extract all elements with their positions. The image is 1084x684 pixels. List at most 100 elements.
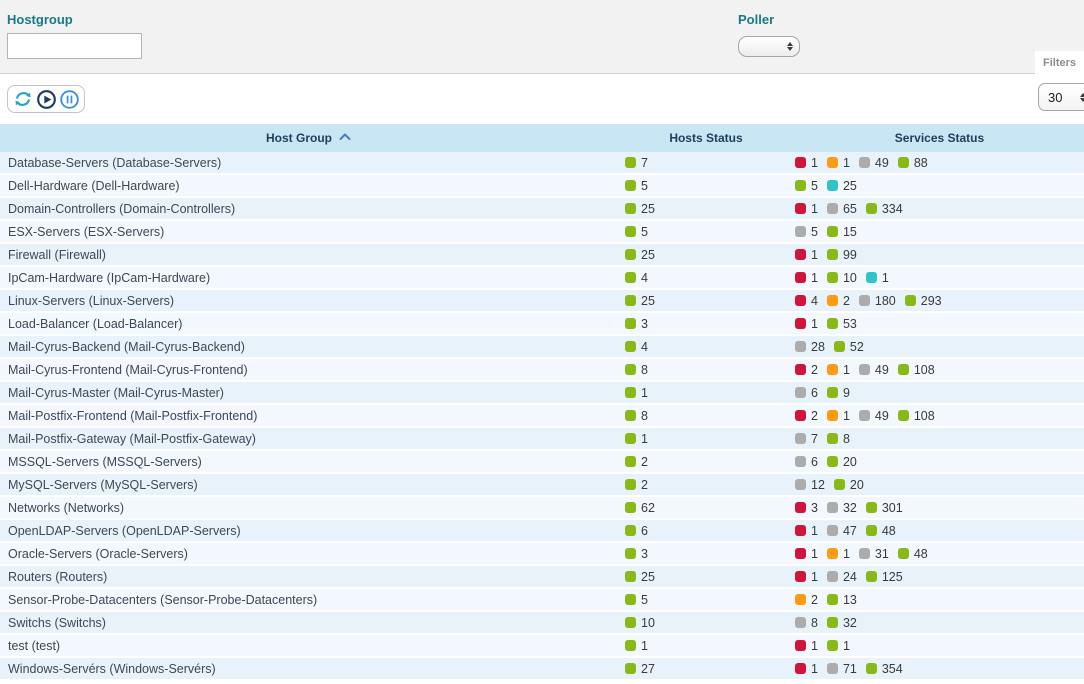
status-chip-ok[interactable]: 5	[625, 593, 648, 607]
status-chip-critical[interactable]: 1	[795, 317, 818, 331]
hostgroup-name[interactable]: Mail-Cyrus-Frontend (Mail-Cyrus-Frontend…	[0, 363, 617, 377]
status-chip-ok[interactable]: 108	[898, 363, 935, 377]
hostgroup-name[interactable]: Oracle-Servers (Oracle-Servers)	[0, 547, 617, 561]
status-chip-ok[interactable]: 32	[827, 616, 857, 630]
status-chip-warning[interactable]: 1	[827, 409, 850, 423]
hostgroup-name[interactable]: IpCam-Hardware (IpCam-Hardware)	[0, 271, 617, 285]
status-chip-warning[interactable]: 1	[827, 547, 850, 561]
hostgroup-name[interactable]: OpenLDAP-Servers (OpenLDAP-Servers)	[0, 524, 617, 538]
status-chip-warning[interactable]: 1	[827, 156, 850, 170]
hostgroup-name[interactable]: Sensor-Probe-Datacenters (Sensor-Probe-D…	[0, 593, 617, 607]
status-chip-critical[interactable]: 1	[795, 662, 818, 676]
status-chip-ok[interactable]: 125	[866, 570, 903, 584]
status-chip-unknown[interactable]: 49	[859, 156, 889, 170]
status-chip-ok[interactable]: 2	[625, 455, 648, 469]
hostgroup-name[interactable]: Mail-Postfix-Frontend (Mail-Postfix-Fron…	[0, 409, 617, 423]
status-chip-ok[interactable]: 301	[866, 501, 903, 515]
poller-select[interactable]	[738, 36, 800, 57]
status-chip-ok[interactable]: 3	[625, 547, 648, 561]
status-chip-unknown[interactable]: 49	[859, 409, 889, 423]
hostgroup-name[interactable]: Dell-Hardware (Dell-Hardware)	[0, 179, 617, 193]
hostgroup-name[interactable]: Linux-Servers (Linux-Servers)	[0, 294, 617, 308]
column-header-host-group[interactable]: Host Group	[0, 131, 617, 145]
status-chip-unknown[interactable]: 49	[859, 363, 889, 377]
refresh-button[interactable]	[12, 88, 34, 110]
status-chip-unknown[interactable]: 180	[859, 294, 896, 308]
status-chip-ok[interactable]: 25	[625, 202, 655, 216]
status-chip-ok[interactable]: 334	[866, 202, 903, 216]
status-chip-ok[interactable]: 1	[625, 386, 648, 400]
status-chip-unknown[interactable]: 6	[795, 386, 818, 400]
hostgroup-name[interactable]: MySQL-Servers (MySQL-Servers)	[0, 478, 617, 492]
hostgroup-input[interactable]	[7, 33, 142, 59]
hostgroup-name[interactable]: Routers (Routers)	[0, 570, 617, 584]
status-chip-ok[interactable]: 9	[827, 386, 850, 400]
hostgroup-name[interactable]: Database-Servers (Database-Servers)	[0, 156, 617, 170]
hostgroup-name[interactable]: Mail-Cyrus-Master (Mail-Cyrus-Master)	[0, 386, 617, 400]
column-header-hosts-status[interactable]: Hosts Status	[617, 131, 795, 145]
hostgroup-name[interactable]: MSSQL-Servers (MSSQL-Servers)	[0, 455, 617, 469]
status-chip-ok[interactable]: 20	[827, 455, 857, 469]
hostgroup-name[interactable]: ESX-Servers (ESX-Servers)	[0, 225, 617, 239]
status-chip-ok[interactable]: 354	[866, 662, 903, 676]
status-chip-ok[interactable]: 53	[827, 317, 857, 331]
hostgroup-name[interactable]: Firewall (Firewall)	[0, 248, 617, 262]
status-chip-ok[interactable]: 1	[625, 639, 648, 653]
status-chip-critical[interactable]: 1	[795, 271, 818, 285]
status-chip-ok[interactable]: 5	[625, 225, 648, 239]
status-chip-ok[interactable]: 5	[625, 179, 648, 193]
status-chip-critical[interactable]: 1	[795, 639, 818, 653]
status-chip-warning[interactable]: 2	[827, 294, 850, 308]
filters-tab[interactable]: Filters	[1035, 51, 1084, 74]
status-chip-ok[interactable]: 88	[898, 156, 928, 170]
status-chip-critical[interactable]: 4	[795, 294, 818, 308]
pause-button[interactable]	[58, 88, 80, 110]
status-chip-ok[interactable]: 15	[827, 225, 857, 239]
status-chip-ok[interactable]: 293	[905, 294, 942, 308]
status-chip-ok[interactable]: 4	[625, 340, 648, 354]
status-chip-critical[interactable]: 1	[795, 570, 818, 584]
status-chip-ok[interactable]: 4	[625, 271, 648, 285]
hostgroup-name[interactable]: Windows-Servérs (Windows-Servérs)	[0, 662, 617, 676]
status-chip-ok[interactable]: 108	[898, 409, 935, 423]
status-chip-unknown[interactable]: 7	[795, 432, 818, 446]
hostgroup-name[interactable]: Networks (Networks)	[0, 501, 617, 515]
status-chip-ok[interactable]: 10	[625, 616, 655, 630]
status-chip-warning[interactable]: 2	[795, 593, 818, 607]
status-chip-ok[interactable]: 8	[625, 363, 648, 377]
status-chip-ok[interactable]: 62	[625, 501, 655, 515]
status-chip-ok[interactable]: 10	[827, 271, 857, 285]
status-chip-ok[interactable]: 20	[834, 478, 864, 492]
status-chip-ok[interactable]: 1	[827, 639, 850, 653]
column-header-services-status[interactable]: Services Status	[795, 131, 1084, 145]
status-chip-unknown[interactable]: 24	[827, 570, 857, 584]
status-chip-unknown[interactable]: 71	[827, 662, 857, 676]
hostgroup-name[interactable]: Mail-Cyrus-Backend (Mail-Cyrus-Backend)	[0, 340, 617, 354]
hostgroup-name[interactable]: Load-Balancer (Load-Balancer)	[0, 317, 617, 331]
status-chip-unknown[interactable]: 8	[795, 616, 818, 630]
status-chip-ok[interactable]: 27	[625, 662, 655, 676]
status-chip-ok[interactable]: 8	[827, 432, 850, 446]
status-chip-critical[interactable]: 1	[795, 156, 818, 170]
status-chip-unknown[interactable]: 6	[795, 455, 818, 469]
status-chip-ok[interactable]: 25	[625, 570, 655, 584]
status-chip-warning[interactable]: 1	[827, 363, 850, 377]
status-chip-ok[interactable]: 7	[625, 156, 648, 170]
status-chip-ok[interactable]: 99	[827, 248, 857, 262]
status-chip-ok[interactable]: 5	[795, 179, 818, 193]
hostgroup-name[interactable]: test (test)	[0, 639, 617, 653]
status-chip-ok[interactable]: 13	[827, 593, 857, 607]
status-chip-unknown[interactable]: 31	[859, 547, 889, 561]
page-size-select[interactable]: 30	[1038, 83, 1084, 111]
status-chip-ok[interactable]: 6	[625, 524, 648, 538]
status-chip-critical[interactable]: 1	[795, 248, 818, 262]
status-chip-unknown[interactable]: 28	[795, 340, 825, 354]
play-button[interactable]	[35, 88, 57, 110]
status-chip-ok[interactable]: 48	[898, 547, 928, 561]
status-chip-critical[interactable]: 2	[795, 363, 818, 377]
status-chip-unknown[interactable]: 12	[795, 478, 825, 492]
status-chip-ok[interactable]: 2	[625, 478, 648, 492]
hostgroup-name[interactable]: Mail-Postfix-Gateway (Mail-Postfix-Gatew…	[0, 432, 617, 446]
status-chip-pending[interactable]: 25	[827, 179, 857, 193]
status-chip-pending[interactable]: 1	[866, 271, 889, 285]
